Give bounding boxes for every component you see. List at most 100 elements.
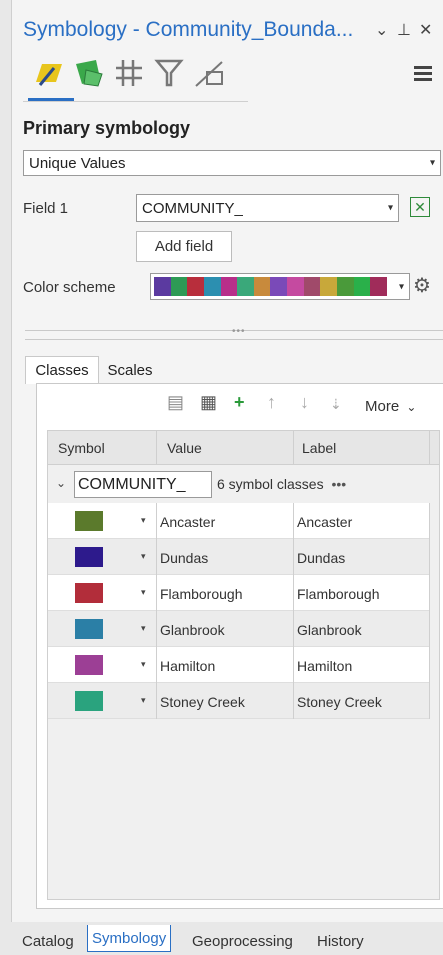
tab-classes[interactable]: Classes xyxy=(25,356,99,384)
illumination-icon[interactable] xyxy=(192,56,226,90)
chevron-down-icon: ▾ xyxy=(429,157,435,169)
color-swatch xyxy=(337,277,354,296)
column-divider xyxy=(429,539,430,575)
symbol-swatch[interactable] xyxy=(75,511,103,531)
chevron-down-icon[interactable]: ▾ xyxy=(141,659,146,670)
column-divider xyxy=(293,647,294,683)
field1-dropdown[interactable]: COMMUNITY_ ▾ xyxy=(136,194,399,222)
tab-history[interactable]: History xyxy=(313,929,368,953)
pin-icon[interactable]: ⊥ xyxy=(397,20,411,40)
column-divider xyxy=(156,503,157,539)
collapse-chevron-icon[interactable]: ⌄ xyxy=(56,476,66,490)
class-row[interactable]: ▾ Hamilton Hamilton xyxy=(48,647,430,683)
labeling-grid-icon[interactable] xyxy=(112,56,146,90)
column-divider xyxy=(429,611,430,647)
color-swatch xyxy=(370,277,387,296)
group-heading-field[interactable]: COMMUNITY_ xyxy=(74,471,212,498)
grid-header: Symbol Value Label xyxy=(48,431,439,465)
class-row[interactable]: ▾ Flamborough Flamborough xyxy=(48,575,430,611)
color-swatch xyxy=(270,277,288,296)
chevron-down-icon: ▾ xyxy=(398,281,404,292)
class-row[interactable]: ▾ Dundas Dundas xyxy=(48,539,430,575)
class-label[interactable]: Hamilton xyxy=(297,658,352,674)
class-value: Stoney Creek xyxy=(160,694,245,710)
field1-label: Field 1 xyxy=(23,200,69,217)
column-divider xyxy=(429,647,430,683)
symbol-swatch[interactable] xyxy=(75,619,103,639)
color-swatch xyxy=(320,277,338,296)
symbol-swatch[interactable] xyxy=(75,655,103,675)
class-value: Ancaster xyxy=(160,514,216,530)
symbol-swatch[interactable] xyxy=(75,691,103,711)
group-heading-row: ⌄ COMMUNITY_ 6 symbol classes ••• xyxy=(48,466,439,502)
group-options-icon[interactable]: ••• xyxy=(331,476,346,492)
toolbar-divider xyxy=(23,101,248,102)
color-scheme-dropdown[interactable]: ▾ xyxy=(150,273,410,300)
gear-icon[interactable]: ⚙ xyxy=(413,273,431,298)
color-swatch xyxy=(287,277,304,296)
more-menu-button[interactable]: More ⌄ xyxy=(365,398,416,415)
filter-icon[interactable] xyxy=(152,56,186,90)
sort-icon[interactable]: ⇣ xyxy=(330,396,342,413)
color-swatch xyxy=(253,277,271,296)
move-down-icon[interactable]: ↓ xyxy=(300,392,309,413)
column-divider xyxy=(293,683,294,719)
column-divider xyxy=(429,503,430,539)
move-up-icon[interactable]: ↑ xyxy=(267,392,276,413)
color-swatch xyxy=(237,277,254,296)
table-view-icon[interactable]: ▤ xyxy=(167,392,184,413)
tab-symbology[interactable]: Symbology xyxy=(87,925,172,952)
chevron-down-icon[interactable]: ▾ xyxy=(141,623,146,634)
column-divider xyxy=(293,575,294,611)
vary-symbology-icon[interactable] xyxy=(72,56,106,90)
class-label[interactable]: Glanbrook xyxy=(297,622,362,638)
color-swatch xyxy=(187,277,204,296)
header-label[interactable]: Label xyxy=(302,440,336,456)
renderer-dropdown[interactable]: Unique Values ▾ xyxy=(23,150,441,176)
column-divider xyxy=(429,575,430,611)
tab-scales[interactable]: Scales xyxy=(100,356,160,384)
color-swatch xyxy=(203,277,221,296)
header-value[interactable]: Value xyxy=(167,440,202,456)
class-row[interactable]: ▾ Glanbrook Glanbrook xyxy=(48,611,430,647)
symbol-swatch[interactable] xyxy=(75,547,103,567)
column-divider xyxy=(293,503,294,539)
class-count-text: 6 symbol classes xyxy=(217,476,324,492)
add-icon[interactable]: + xyxy=(234,392,245,413)
class-row[interactable]: ▾ Stoney Creek Stoney Creek xyxy=(48,683,430,719)
class-label[interactable]: Ancaster xyxy=(297,514,352,530)
sql-expression-icon[interactable]: ✕ xyxy=(410,197,430,217)
class-value: Flamborough xyxy=(160,586,243,602)
add-all-values-icon[interactable]: ▦ xyxy=(200,392,217,413)
column-divider xyxy=(156,683,157,719)
chevron-down-icon: ▾ xyxy=(387,202,393,214)
column-divider xyxy=(156,647,157,683)
color-swatch xyxy=(220,277,238,296)
pane-title: Symbology - Community_Bounda... xyxy=(23,18,354,41)
class-row[interactable]: ▾ Ancaster Ancaster xyxy=(48,503,430,539)
primary-symbology-icon[interactable] xyxy=(32,56,66,90)
chevron-down-icon[interactable]: ▾ xyxy=(141,695,146,706)
pane-options-chevron-icon[interactable]: ⌄ xyxy=(375,20,388,40)
symbology-toolbar xyxy=(12,52,443,102)
add-field-button[interactable]: Add field xyxy=(136,231,232,262)
chevron-down-icon[interactable]: ▾ xyxy=(141,587,146,598)
menu-icon[interactable] xyxy=(414,66,432,81)
color-scheme-label: Color scheme xyxy=(23,279,116,296)
class-value: Glanbrook xyxy=(160,622,225,638)
header-symbol[interactable]: Symbol xyxy=(58,440,105,456)
chevron-down-icon[interactable]: ▾ xyxy=(141,551,146,562)
color-swatch xyxy=(170,277,188,296)
tab-geoprocessing[interactable]: Geoprocessing xyxy=(188,929,297,953)
column-divider xyxy=(293,431,294,465)
class-label[interactable]: Flamborough xyxy=(297,586,380,602)
close-icon[interactable]: ✕ xyxy=(419,20,432,40)
more-label: More xyxy=(365,398,400,415)
class-label[interactable]: Stoney Creek xyxy=(297,694,382,710)
tab-catalog[interactable]: Catalog xyxy=(18,929,78,953)
bottom-pane-tabs: Catalog Symbology Geoprocessing History xyxy=(0,924,443,955)
symbol-swatch[interactable] xyxy=(75,583,103,603)
chevron-down-icon[interactable]: ▾ xyxy=(141,515,146,526)
column-divider xyxy=(293,539,294,575)
class-label[interactable]: Dundas xyxy=(297,550,345,566)
